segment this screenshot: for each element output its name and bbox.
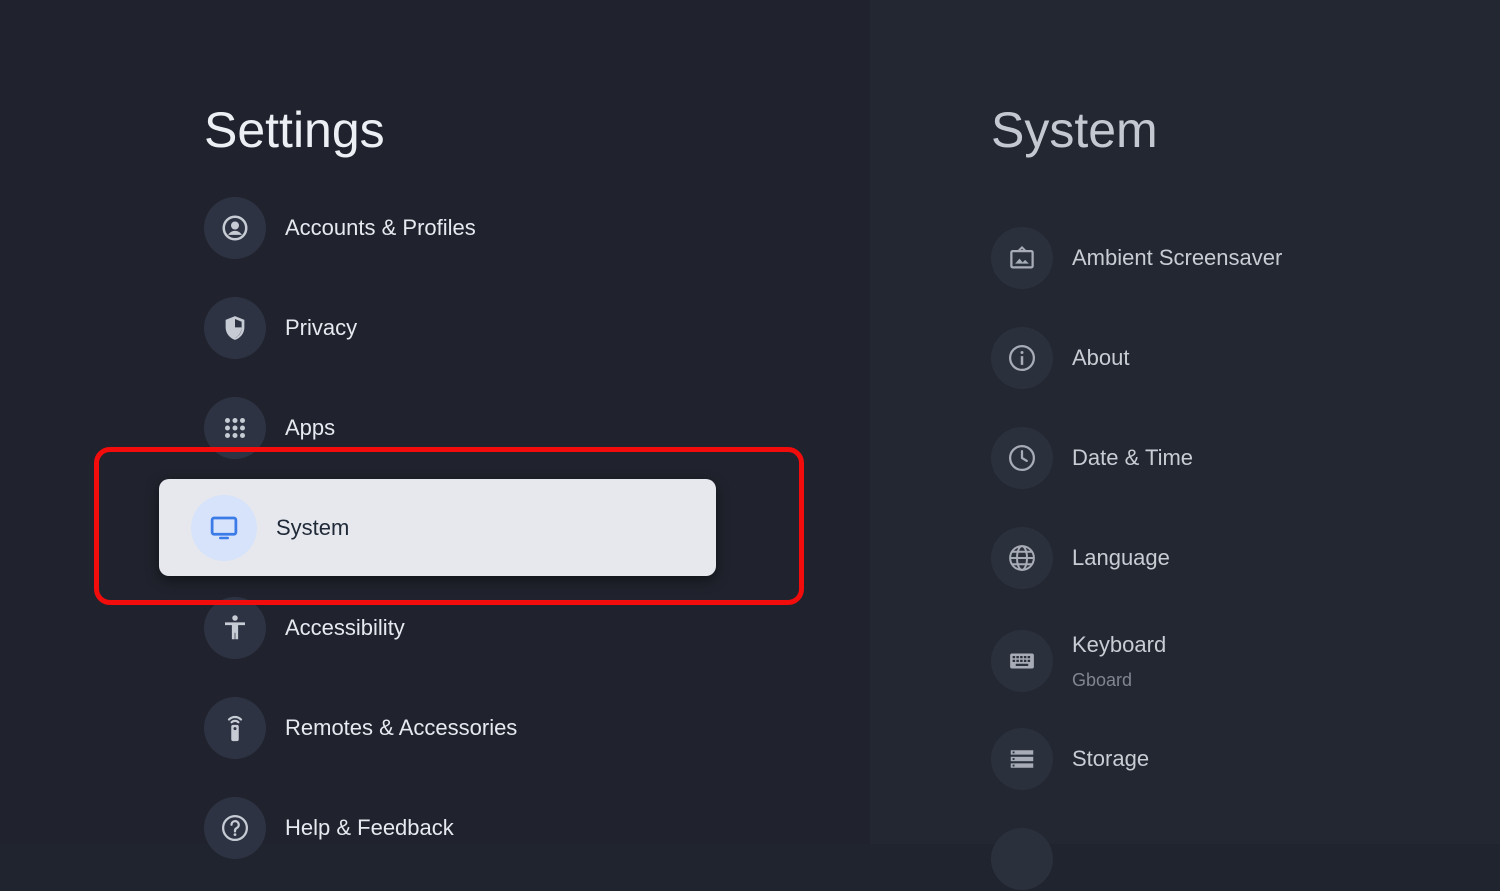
page-title: Settings — [204, 102, 385, 158]
submenu-item-label: Language — [1072, 545, 1170, 570]
menu-item-accounts-profiles[interactable]: Accounts & Profiles — [204, 196, 764, 260]
submenu-item-secondary: Gboard — [1072, 669, 1133, 690]
menu-item-accessibility[interactable]: Accessibility — [204, 596, 764, 660]
submenu-title: System — [991, 102, 1158, 158]
submenu-item-about[interactable]: About — [991, 326, 1471, 390]
submenu-item-language[interactable]: Language — [991, 526, 1471, 590]
menu-item-label: Help & Feedback — [285, 815, 454, 840]
menu-item-remotes-accessories[interactable]: Remotes & Accessories — [204, 696, 764, 760]
submenu-item-label: Date & Time — [1072, 445, 1194, 470]
globe-icon — [991, 527, 1053, 589]
submenu-item-storage[interactable]: Storage — [991, 727, 1471, 791]
menu-item-label: System — [276, 514, 350, 540]
submenu-item-keyboard[interactable]: Keyboard Gboard — [991, 626, 1471, 696]
submenu-item-label: Ambient Screensaver — [1072, 245, 1283, 270]
menu-item-label: Remotes & Accessories — [285, 715, 518, 740]
info-icon — [991, 327, 1053, 389]
submenu-item-text: Keyboard Gboard — [1072, 632, 1166, 691]
partial-icon — [991, 828, 1053, 890]
menu-item-help-feedback[interactable]: Help & Feedback — [204, 796, 764, 860]
keyboard-icon — [991, 630, 1053, 692]
shield-icon — [204, 297, 266, 359]
account-circle-icon — [204, 197, 266, 259]
screensaver-icon — [991, 227, 1053, 289]
menu-item-label: Privacy — [285, 315, 358, 340]
accessibility-icon — [204, 597, 266, 659]
tv-monitor-icon — [191, 494, 257, 561]
system-submenu-pane — [870, 0, 1500, 844]
menu-item-apps[interactable]: Apps — [204, 396, 764, 460]
submenu-item-label: Keyboard — [1072, 631, 1167, 657]
remote-icon — [204, 697, 266, 759]
help-icon — [204, 797, 266, 859]
submenu-item-date-time[interactable]: Date & Time — [991, 426, 1471, 490]
submenu-item-ambient-screensaver[interactable]: Ambient Screensaver — [991, 226, 1471, 290]
menu-item-system[interactable]: System — [159, 479, 716, 576]
clock-icon — [991, 427, 1053, 489]
submenu-item-label: About — [1072, 345, 1130, 370]
storage-icon — [991, 728, 1053, 790]
menu-item-privacy[interactable]: Privacy — [204, 296, 764, 360]
menu-item-label: Apps — [285, 415, 336, 440]
apps-grid-icon — [204, 397, 266, 459]
submenu-item-partial[interactable] — [991, 827, 1471, 891]
menu-item-label: Accounts & Profiles — [285, 215, 476, 240]
menu-item-label: Accessibility — [285, 615, 405, 640]
submenu-item-label: Storage — [1072, 746, 1150, 771]
